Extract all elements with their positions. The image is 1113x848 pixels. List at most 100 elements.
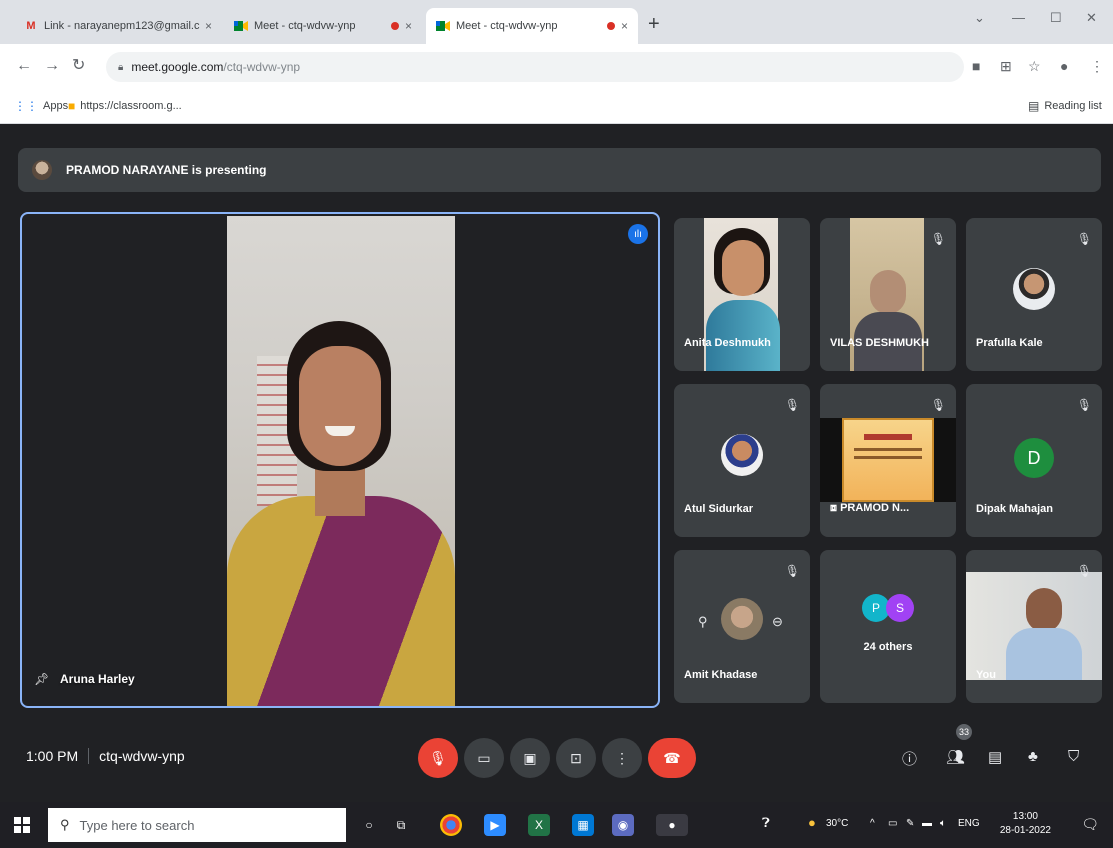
clock-date: 28-01-2022 <box>999 825 1051 836</box>
address-bar[interactable]: 🔒︎ meet.google.com/ctq-wdvw-ynp <box>106 52 964 82</box>
back-icon[interactable]: ← <box>16 57 32 75</box>
presenter-avatar <box>32 160 52 180</box>
menu-dots-icon[interactable]: ⋮ <box>1090 57 1104 75</box>
others-count: 24 others <box>863 641 913 653</box>
tab-label: Link - narayanepm123@gmail.c <box>44 20 200 32</box>
participant-tile[interactable]: D 🎙︎ Dipak Mahajan <box>966 384 1102 537</box>
captions-button[interactable]: ▣ <box>510 738 550 778</box>
people-icon[interactable]: 👥︎ <box>946 748 965 766</box>
forward-icon[interactable]: → <box>44 57 60 75</box>
reload-icon[interactable]: ↻ <box>72 57 85 75</box>
tab-meet-2-active[interactable]: Meet - ctq-wdvw-ynp × <box>426 8 638 44</box>
profile-avatar-icon[interactable]: ● <box>1060 57 1068 75</box>
notifications-icon[interactable]: 🗨︎ <box>1081 816 1099 833</box>
bookmark-apps[interactable]: ⋮⋮ Apps <box>14 99 68 113</box>
divider <box>88 748 90 764</box>
taskbar-search-input[interactable]: ⚲ Type here to search <box>48 808 346 842</box>
close-tab-icon[interactable]: × <box>621 19 628 33</box>
reading-list-icon: ▤ <box>1028 99 1040 113</box>
cortana-icon[interactable]: ○ <box>358 814 380 836</box>
clock-time: 13:00 <box>1012 811 1038 822</box>
windows-taskbar: ⚲ Type here to search ○ ⧉ ▶ X ▦ ◉ ● ❓︎ ●… <box>0 802 1113 848</box>
bookmark-classroom[interactable]: ■ https://classroom.g... <box>68 99 182 113</box>
classroom-icon: ■ <box>68 99 76 113</box>
participant-name: Amit Khadase <box>684 669 758 681</box>
participant-name: Dipak Mahajan <box>976 503 1054 515</box>
meeting-time: 1:00 PM <box>26 748 79 764</box>
new-tab-button[interactable]: + <box>648 14 660 34</box>
participant-tile-others[interactable]: P S 24 others <box>820 550 956 703</box>
participant-tile[interactable]: 🎙︎ ⚲ ⊖ Amit Khadase <box>674 550 810 703</box>
pin-icon[interactable]: ⚲ <box>698 614 708 630</box>
participant-tile[interactable]: 🎙︎ Atul Sidurkar <box>674 384 810 537</box>
screen-share-icon: ⧈ <box>830 502 837 514</box>
temperature: 30°C <box>826 818 849 829</box>
close-tab-icon[interactable]: × <box>405 19 412 33</box>
extension-icon[interactable]: ⊞ <box>1000 57 1012 75</box>
mic-toggle-button[interactable]: 🎙︎ <box>418 738 458 778</box>
recording-dot-icon <box>390 22 399 30</box>
battery-icon[interactable]: ▬ <box>922 818 932 829</box>
leave-call-button[interactable]: ☎︎ <box>648 738 696 778</box>
meeting-details-icon[interactable]: ⓘ <box>902 748 917 769</box>
browser-toolbar: ← → ↻ 🔒︎ meet.google.com/ctq-wdvw-ynp ■ … <box>0 44 1113 90</box>
chat-icon[interactable]: ▤ <box>988 748 1002 766</box>
mic-muted-icon: 🎙︎ <box>1076 564 1092 578</box>
remove-icon[interactable]: ⊖ <box>772 614 783 630</box>
tab-meet-1[interactable]: Meet - ctq-wdvw-ynp × <box>224 8 422 44</box>
end-call-icon: ☎︎ <box>663 749 681 766</box>
network-icon[interactable]: ▭ <box>888 818 897 829</box>
presenting-banner[interactable]: PRAMOD NARAYANE is presenting <box>18 148 1101 192</box>
present-now-button[interactable]: ⊡ <box>556 738 596 778</box>
chrome-active-icon[interactable]: ● <box>656 814 688 836</box>
activities-icon[interactable]: ♣ <box>1028 748 1038 765</box>
mic-muted-icon: 🎙︎ <box>784 398 800 412</box>
url-path: /ctq-wdvw-ynp <box>223 60 301 74</box>
participant-tile-self[interactable]: 🎙︎ You <box>966 550 1102 703</box>
help-icon[interactable]: ❓︎ <box>762 815 770 831</box>
tab-search-icon[interactable]: ⌄ <box>974 10 985 26</box>
excel-icon[interactable]: X <box>528 814 550 836</box>
main-participant-name: Aruna Harley <box>60 672 135 686</box>
speaking-indicator-icon: ılı <box>628 224 648 244</box>
avatar <box>1013 268 1055 310</box>
pin-icon[interactable]: 📌︎ <box>34 672 49 686</box>
close-window-icon[interactable]: ✕ <box>1086 10 1097 26</box>
main-speaker-tile[interactable]: ılı 📌︎ Aruna Harley <box>20 212 660 708</box>
camera-app-icon[interactable]: ◉ <box>612 814 634 836</box>
letter-avatar: D <box>1014 438 1054 478</box>
minimize-icon[interactable]: — <box>1012 10 1025 25</box>
participant-name: You <box>976 669 996 681</box>
bookmarks-bar: ⋮⋮ Apps ■ https://classroom.g... ▤ Readi… <box>0 90 1113 124</box>
participant-count-badge: 33 <box>956 724 973 740</box>
chrome-icon[interactable] <box>440 814 462 836</box>
participant-name: ⧈ PRAMOD N... <box>830 502 909 515</box>
volume-icon[interactable]: 🔈︎ <box>940 818 946 829</box>
gmail-icon: M <box>26 20 36 32</box>
task-view-icon[interactable]: ⧉ <box>390 814 412 836</box>
participant-tile-presenting[interactable]: 🎙︎ ⧈ PRAMOD N... <box>820 384 956 537</box>
participant-tile[interactable]: 🎙︎ VILAS DESHMUKH <box>820 218 956 371</box>
pen-icon[interactable]: ✎ <box>906 818 914 829</box>
maximize-icon[interactable]: ☐ <box>1050 10 1062 26</box>
meet-icon <box>436 19 450 33</box>
mic-muted-icon: 🎙︎ <box>930 398 946 412</box>
show-hidden-icons-icon[interactable]: ^ <box>870 818 875 829</box>
tab-gmail[interactable]: M Link - narayanepm123@gmail.c × <box>14 8 222 44</box>
participant-tile[interactable]: Anita Deshmukh <box>674 218 810 371</box>
reading-list[interactable]: ▤ Reading list <box>1028 99 1102 113</box>
host-controls-icon[interactable]: ⛉ <box>1068 748 1079 765</box>
windows-start-icon[interactable] <box>14 817 30 833</box>
participant-tile[interactable]: 🎙︎ Prafulla Kale <box>966 218 1102 371</box>
close-tab-icon[interactable]: × <box>205 19 212 33</box>
bookmark-star-icon[interactable]: ☆ <box>1028 57 1041 75</box>
file-explorer-icon[interactable]: ▦ <box>572 814 594 836</box>
camera-toggle-button[interactable]: ▭ <box>464 738 504 778</box>
zoom-icon[interactable]: ▶ <box>484 814 506 836</box>
taskbar-clock[interactable]: 13:00 28-01-2022 <box>1000 810 1051 838</box>
more-options-button[interactable]: ⋮ <box>602 738 642 778</box>
meet-icon <box>234 19 248 33</box>
language-indicator[interactable]: ENG <box>958 818 980 829</box>
camera-icon: ▭ <box>477 749 491 766</box>
camera-in-use-icon[interactable]: ■ <box>972 57 980 75</box>
